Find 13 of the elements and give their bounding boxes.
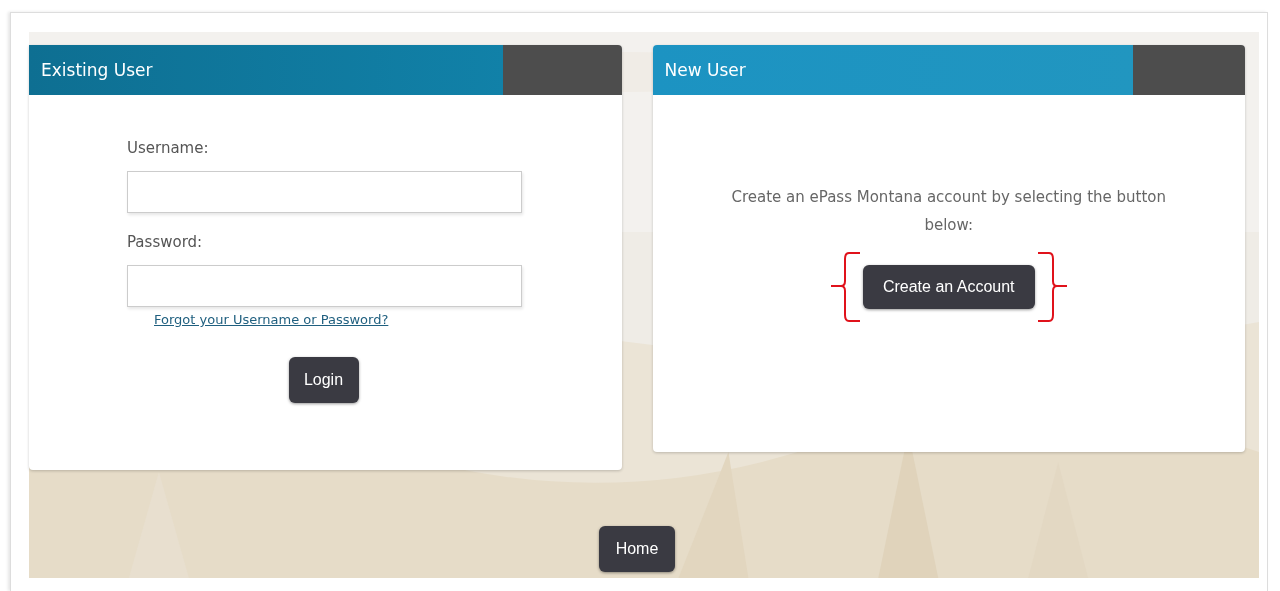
home-button[interactable]: Home <box>599 526 675 572</box>
field-label: Username: <box>127 139 210 157</box>
brace-mark <box>828 251 861 323</box>
forgot-link[interactable]: Forgot your Username or Password? <box>154 312 522 327</box>
card-title: Existing User <box>41 60 153 80</box>
instruction-text: Create an ePass Montana account by selecting the button below: <box>730 187 1167 236</box>
password-field[interactable] <box>127 265 522 307</box>
card-title: New User <box>664 60 746 80</box>
login-button[interactable]: Login <box>288 357 359 403</box>
field-label: Password: <box>127 233 204 251</box>
username-field[interactable] <box>127 171 522 213</box>
create-account-button[interactable]: Create an Account <box>862 265 1035 309</box>
brace-mark <box>1036 251 1069 323</box>
